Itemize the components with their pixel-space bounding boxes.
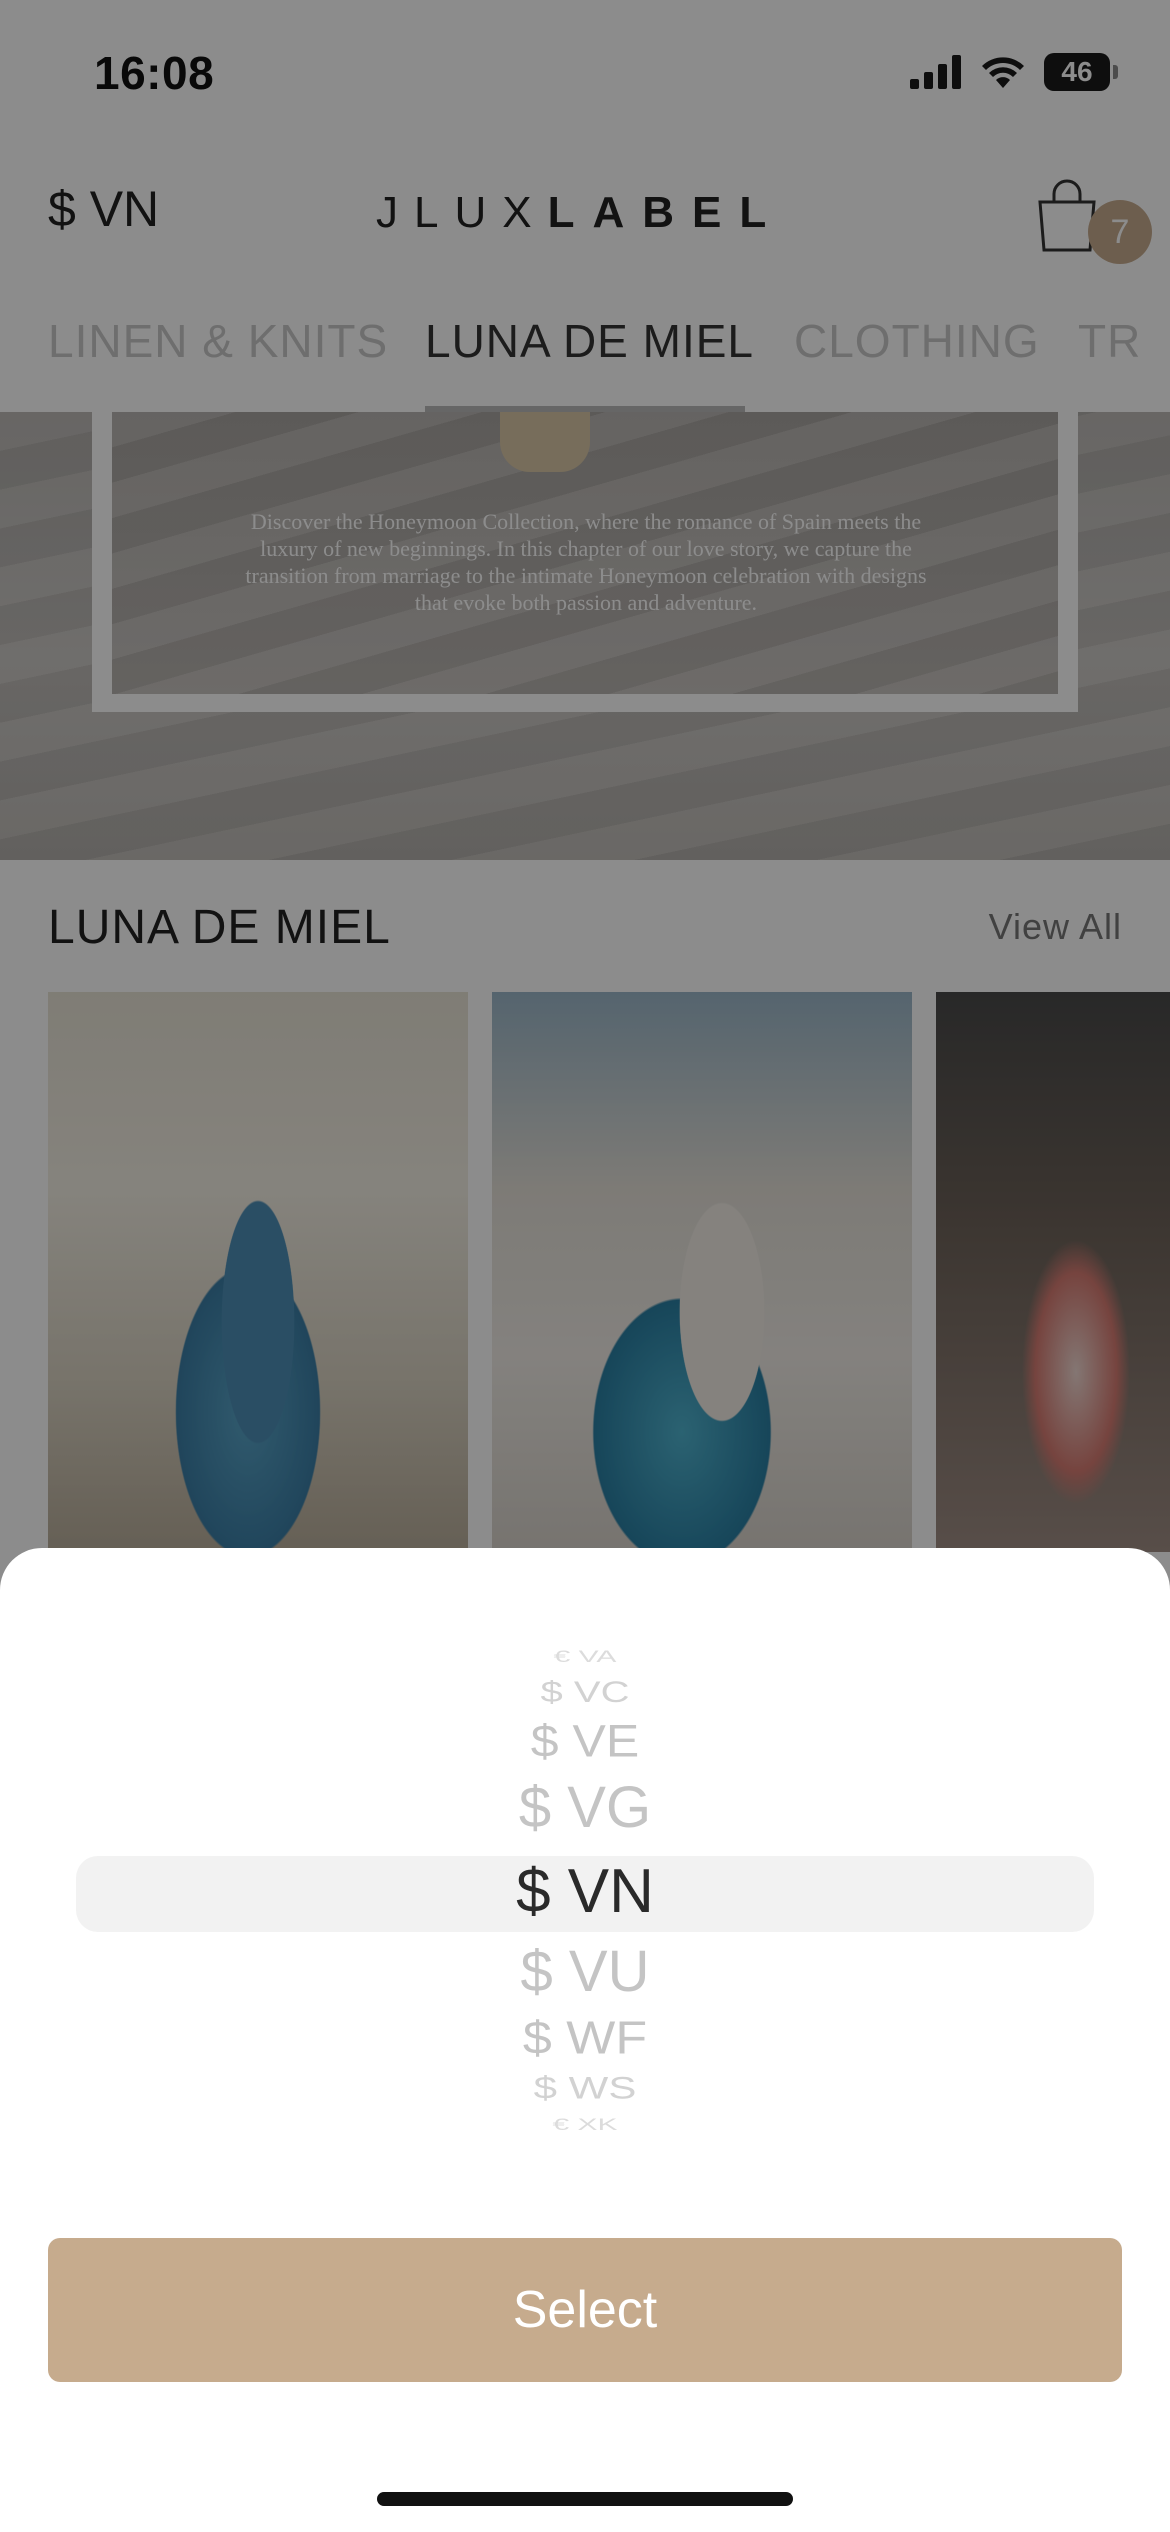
picker-option[interactable]: $ VC [0, 1676, 1170, 1710]
picker-option[interactable]: $ VE [0, 1715, 1170, 1767]
picker-option[interactable]: $ WF [0, 2011, 1170, 2065]
picker-option[interactable]: $ WS [0, 2070, 1170, 2106]
picker-option[interactable]: $ VU [0, 1938, 1170, 2005]
picker-option[interactable]: € VA [0, 1648, 1170, 1667]
picker-option-selected[interactable]: $ VN [0, 1856, 1170, 1927]
picker-option[interactable]: € XK [0, 2116, 1170, 2135]
currency-picker-wheel[interactable]: € VA $ VC $ VE $ VG $ VN $ VU $ WF $ WS … [0, 1640, 1170, 2160]
picker-option[interactable]: $ VG [0, 1774, 1170, 1841]
home-indicator[interactable] [377, 2492, 793, 2506]
currency-picker-sheet: € VA $ VC $ VE $ VG $ VN $ VU $ WF $ WS … [0, 1548, 1170, 2532]
app-screen: 16:08 46 $ VN JLUXLABEL 7 LINEN & KNITS … [0, 0, 1170, 2532]
select-button[interactable]: Select [48, 2238, 1122, 2382]
